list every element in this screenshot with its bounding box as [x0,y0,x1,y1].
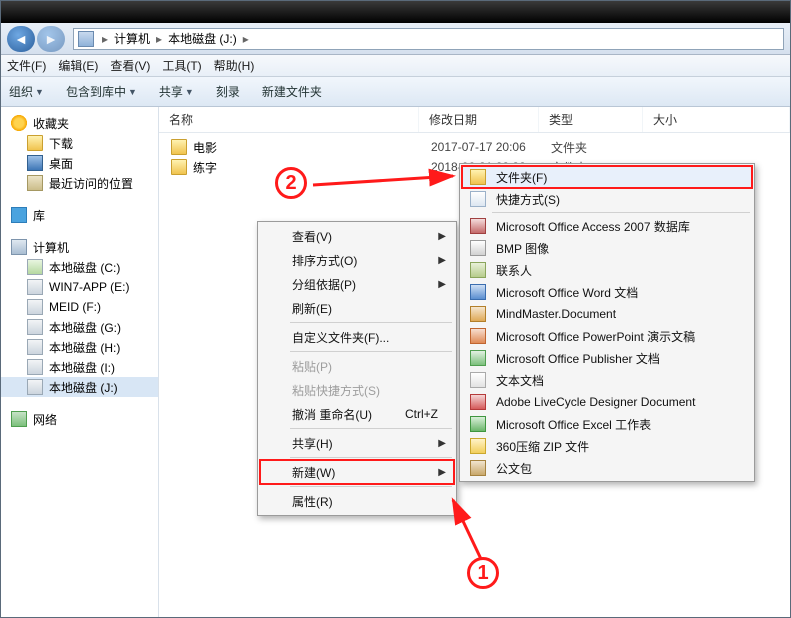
side-network[interactable]: 网络 [1,409,158,429]
ctx-properties[interactable]: 属性(R) [260,489,454,513]
breadcrumb-drive[interactable]: 本地磁盘 (J:) [166,30,239,47]
breadcrumb-root[interactable]: 计算机 [112,30,152,47]
nav-bar: ◄ ► ▸ 计算机 ▸ 本地磁盘 (J:) ▸ [1,23,790,55]
new-zip[interactable]: 360压缩 ZIP 文件 [462,435,752,457]
new-access[interactable]: Microsoft Office Access 2007 数据库 [462,215,752,237]
side-libraries[interactable]: 库 [1,205,158,225]
ctx-group[interactable]: 分组依据(P)▶ [260,272,454,296]
new-contact[interactable]: 联系人 [462,259,752,281]
tb-share[interactable]: 共享 ▼ [159,83,194,100]
tb-include[interactable]: 包含到库中 ▼ [66,83,137,100]
side-drive-j[interactable]: 本地磁盘 (J:) [1,377,158,397]
new-txt[interactable]: 文本文档 [462,369,752,391]
toolbar: 组织 ▼ 包含到库中 ▼ 共享 ▼ 刻录 新建文件夹 [1,77,790,107]
folder-icon [171,159,187,175]
new-adobe[interactable]: Adobe LiveCycle Designer Document [462,391,752,413]
column-headers: 名称 修改日期 类型 大小 [159,107,790,133]
new-submenu: 文件夹(F) 快捷方式(S) Microsoft Office Access 2… [459,163,755,482]
menu-file[interactable]: 文件(F) [7,57,46,74]
titlebar [1,1,790,23]
side-drive-g[interactable]: 本地磁盘 (G:) [1,317,158,337]
menu-edit[interactable]: 编辑(E) [58,57,98,74]
side-favorites[interactable]: 收藏夹 [1,113,158,133]
ctx-sort[interactable]: 排序方式(O)▶ [260,248,454,272]
col-date[interactable]: 修改日期 [419,107,539,132]
new-folder[interactable]: 文件夹(F) [462,166,752,188]
menu-bar: 文件(F) 编辑(E) 查看(V) 工具(T) 帮助(H) [1,55,790,77]
new-mindmaster[interactable]: MindMaster.Document [462,303,752,325]
address-bar[interactable]: ▸ 计算机 ▸ 本地磁盘 (J:) ▸ [73,28,784,50]
side-computer[interactable]: 计算机 [1,237,158,257]
side-drive-c[interactable]: 本地磁盘 (C:) [1,257,158,277]
side-drive-f[interactable]: MEID (F:) [1,297,158,317]
explorer-window: ◄ ► ▸ 计算机 ▸ 本地磁盘 (J:) ▸ 文件(F) 编辑(E) 查看(V… [0,0,791,618]
new-shortcut[interactable]: 快捷方式(S) [462,188,752,210]
side-downloads[interactable]: 下载 [1,133,158,153]
side-recent[interactable]: 最近访问的位置 [1,173,158,193]
side-drive-i[interactable]: 本地磁盘 (I:) [1,357,158,377]
new-ppt[interactable]: Microsoft Office PowerPoint 演示文稿 [462,325,752,347]
ctx-paste-shortcut: 粘贴快捷方式(S) [260,378,454,402]
drive-icon [78,31,94,47]
forward-button[interactable]: ► [37,26,65,52]
ctx-customize[interactable]: 自定义文件夹(F)... [260,325,454,349]
menu-help[interactable]: 帮助(H) [214,57,255,74]
ctx-new[interactable]: 新建(W)▶ [260,460,454,484]
back-button[interactable]: ◄ [7,26,35,52]
ctx-paste: 粘贴(P) [260,354,454,378]
new-word[interactable]: Microsoft Office Word 文档 [462,281,752,303]
new-bmp[interactable]: BMP 图像 [462,237,752,259]
tb-organize[interactable]: 组织 ▼ [9,83,44,100]
col-type[interactable]: 类型 [539,107,643,132]
menu-tools[interactable]: 工具(T) [162,57,201,74]
new-publisher[interactable]: Microsoft Office Publisher 文档 [462,347,752,369]
col-name[interactable]: 名称 [159,107,419,132]
list-item[interactable]: 电影 2017-07-17 20:06 文件夹 [159,137,790,157]
menu-view[interactable]: 查看(V) [110,57,150,74]
col-size[interactable]: 大小 [643,107,790,132]
ctx-view[interactable]: 查看(V)▶ [260,224,454,248]
annotation-2: 2 [275,167,307,199]
tb-burn[interactable]: 刻录 [216,83,240,100]
new-excel[interactable]: Microsoft Office Excel 工作表 [462,413,752,435]
context-menu: 查看(V)▶ 排序方式(O)▶ 分组依据(P)▶ 刷新(E) 自定义文件夹(F)… [257,221,457,516]
side-drive-h[interactable]: 本地磁盘 (H:) [1,337,158,357]
side-drive-e[interactable]: WIN7-APP (E:) [1,277,158,297]
ctx-refresh[interactable]: 刷新(E) [260,296,454,320]
ctx-share[interactable]: 共享(H)▶ [260,431,454,455]
folder-icon [171,139,187,155]
new-briefcase[interactable]: 公文包 [462,457,752,479]
ctx-undo[interactable]: 撤消 重命名(U)Ctrl+Z [260,402,454,426]
nav-pane: 收藏夹 下载 桌面 最近访问的位置 库 计算机 本地磁盘 (C:) WIN7-A… [1,107,159,617]
side-desktop[interactable]: 桌面 [1,153,158,173]
annotation-1: 1 [467,557,499,589]
tb-newfolder[interactable]: 新建文件夹 [262,83,322,100]
